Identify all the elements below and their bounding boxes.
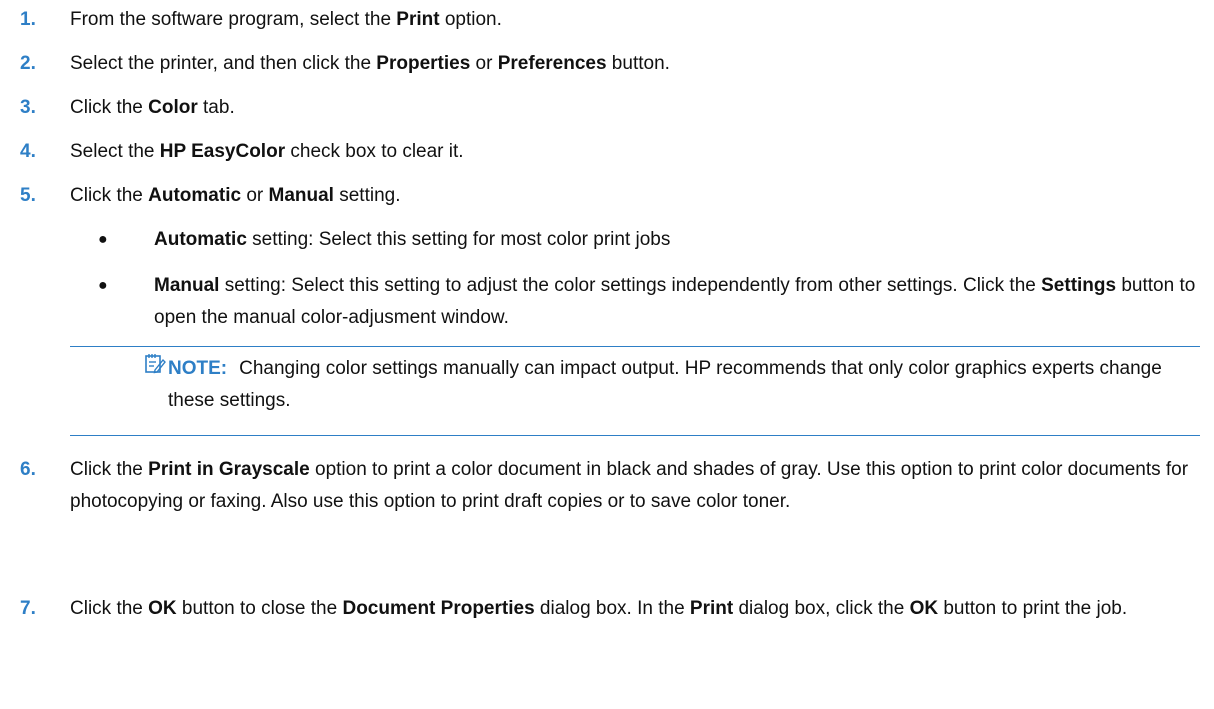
step-number: 1. [20, 9, 36, 30]
bullet-marker: ● [98, 277, 108, 294]
note-label: NOTE: [168, 358, 228, 379]
note-box: NOTE: Changing color settings manually ca… [70, 346, 1200, 436]
step-number: 3. [20, 97, 36, 118]
step-text: Click the Color tab. [70, 97, 235, 118]
step-text: Click the Automatic or Manual setting. [70, 185, 401, 206]
note-text: Changing color settings manually can imp… [168, 358, 1162, 411]
bullet-marker: ● [98, 231, 108, 248]
step-text: From the software program, select the Pr… [70, 9, 502, 30]
step-number: 6. [20, 459, 36, 480]
step-number: 7. [20, 598, 36, 619]
step-text: Select the HP EasyColor check box to cle… [70, 141, 464, 162]
step-text: Click the OK button to close the Documen… [70, 598, 1128, 619]
step-text: Click the Print in Grayscale option to p… [70, 459, 1189, 512]
step-text: Select the printer, and then click the P… [70, 53, 670, 74]
bullet-text: Automatic setting: Select this setting f… [154, 229, 671, 250]
step-number: 2. [20, 53, 36, 74]
document-page: 1. From the software program, select the… [0, 0, 1214, 709]
note-icon [145, 354, 166, 374]
note-body: NOTE: Changing color settings manually ca… [168, 353, 1200, 417]
step-number: 4. [20, 141, 36, 162]
step-number: 5. [20, 185, 36, 206]
bullet-text: Manual setting: Select this setting to a… [154, 275, 1196, 328]
